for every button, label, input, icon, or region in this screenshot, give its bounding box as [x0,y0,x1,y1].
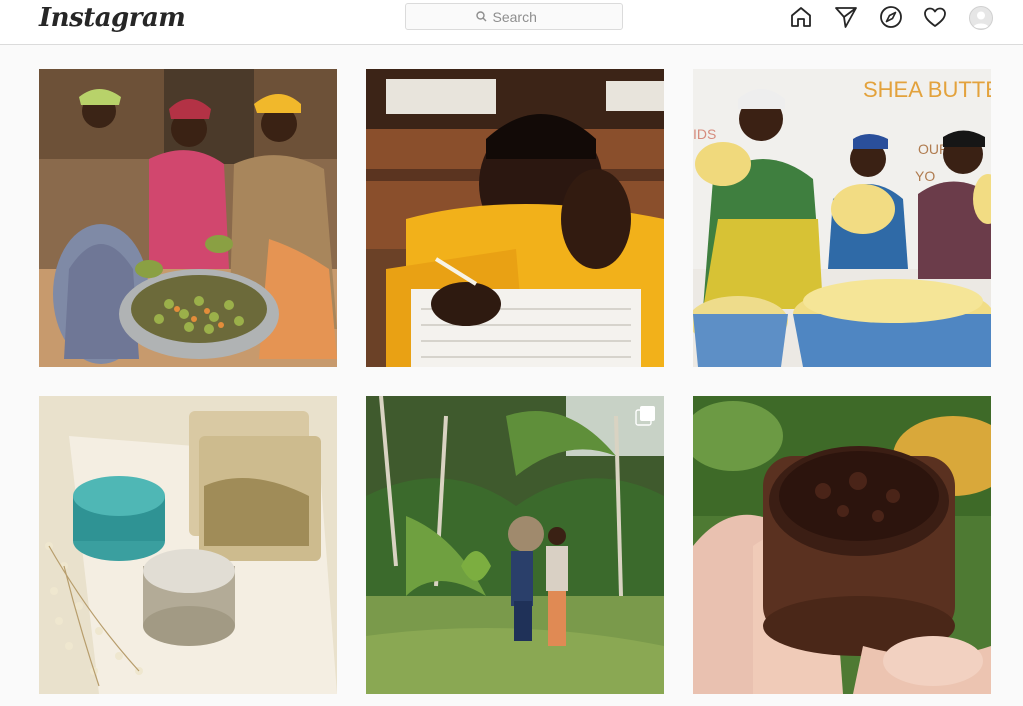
top-navigation-bar: Instagram [0,0,1023,45]
post-smiling-student[interactable] [366,69,664,367]
banner-text: SHEA BUTTER [863,77,991,102]
instagram-logo[interactable]: Instagram [39,3,186,33]
search-box[interactable] [405,3,623,30]
banner-side-text: IDS [693,126,716,142]
post-shea-butter-women[interactable]: SHEA BUTTER IDS OUR YO [693,69,991,367]
direct-send-icon[interactable] [834,5,858,29]
home-icon[interactable] [789,5,813,29]
heart-icon[interactable] [923,5,947,29]
post-soap-and-jars[interactable] [39,396,337,694]
post-dark-shea-jar[interactable] [693,396,991,694]
post-women-shea-nuts[interactable] [39,69,337,367]
search-icon [475,11,487,22]
compass-icon[interactable] [879,5,903,29]
post-farm-workers[interactable] [366,396,664,694]
profile-avatar[interactable] [969,6,993,30]
banner-partial-text-2: YO [915,168,935,184]
search-input[interactable] [492,8,553,25]
